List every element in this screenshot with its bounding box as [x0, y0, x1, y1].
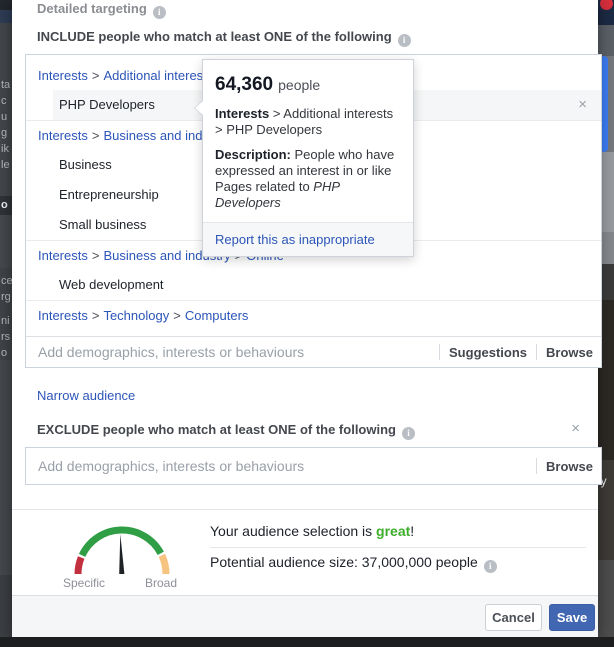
bg-text-fragment: g [1, 128, 7, 139]
bg-text-fragment: o [1, 348, 7, 359]
bg-text-fragment: ik [1, 144, 9, 155]
bg-text-fragment: ta [1, 80, 10, 91]
panel-title-text: Detailed targeting [37, 1, 147, 16]
exclude-heading: EXCLUDE people who match at least ONE of… [37, 422, 415, 440]
interest-item-label: Small business [59, 217, 146, 232]
save-button[interactable]: Save [549, 604, 595, 631]
gauge-label-broad: Broad [126, 576, 196, 590]
cancel-button[interactable]: Cancel [485, 604, 542, 631]
audience-status-prefix: Your audience selection is [210, 523, 376, 539]
gauge-red-arc [78, 558, 81, 575]
audience-gauge [72, 514, 172, 578]
panel-title: Detailed targeting i [37, 1, 166, 19]
interest-item-label: Business [59, 157, 112, 172]
remove-exclude-section-icon[interactable]: × [571, 420, 580, 437]
breadcrumb-link[interactable]: Additional interests [103, 68, 213, 83]
browse-button[interactable]: Browse [546, 459, 593, 474]
info-icon[interactable]: i [398, 34, 411, 47]
interest-item-label: PHP Developers [59, 97, 155, 112]
bg-text-fragment: ni [1, 316, 10, 327]
breadcrumb-link[interactable]: Interests [38, 128, 88, 143]
interest-item-label: Web development [59, 277, 164, 292]
detailed-targeting-panel: Detailed targeting i INCLUDE people who m… [12, 0, 598, 637]
audience-status: Your audience selection is great! [210, 523, 414, 539]
gauge-needle [119, 534, 124, 574]
interest-item-label: Entrepreneurship [59, 187, 159, 202]
include-heading: INCLUDE people who match at least ONE of… [37, 29, 411, 47]
tooltip-audience-count: 64,360 people [203, 60, 413, 96]
bg-text-fragment: o [1, 200, 8, 211]
tooltip-footer: Report this as inappropriate [203, 222, 413, 256]
bg-text-fragment: u [1, 112, 7, 123]
report-inappropriate-link[interactable]: Report this as inappropriate [215, 232, 375, 247]
bg-text-fragment: ce [1, 276, 13, 287]
bg-text-fragment: le [1, 160, 10, 171]
narrow-audience-link[interactable]: Narrow audience [37, 388, 135, 403]
dialog-footer: Cancel Save [12, 595, 598, 637]
breadcrumb-separator: > [88, 248, 104, 263]
bg-text-fragment: rs [1, 332, 10, 343]
tooltip-count-number: 64,360 [215, 74, 273, 95]
include-search-input[interactable] [38, 344, 430, 360]
exclude-heading-text: EXCLUDE people who match at least ONE of… [37, 422, 396, 437]
divider [536, 344, 537, 360]
potential-audience-size: Potential audience size: 37,000,000 peop… [210, 554, 497, 573]
background-page-left-edge: ta c u g ik le o ce rg ni rs o [0, 0, 12, 647]
gauge-orange-arc [162, 555, 166, 574]
targeting-group: Interests>Technology>Computers [26, 301, 601, 330]
breadcrumb-link[interactable]: Computers [185, 308, 249, 323]
remove-item-icon[interactable]: × [578, 90, 587, 120]
breadcrumb-separator: > [88, 128, 104, 143]
gauge-label-specific: Specific [46, 576, 122, 590]
potential-audience-size-text: Potential audience size: 37,000,000 peop… [210, 554, 478, 570]
info-icon[interactable]: i [484, 560, 497, 573]
tooltip-path-root: Interests [215, 106, 269, 121]
info-icon[interactable]: i [402, 427, 415, 440]
tooltip-breadcrumb-path: Interests > Additional interests > PHP D… [215, 106, 401, 138]
divider [210, 547, 586, 548]
suggestions-button[interactable]: Suggestions [449, 345, 527, 360]
include-heading-text: INCLUDE people who match at least ONE of… [37, 29, 392, 44]
bg-text-fragment: c [1, 96, 7, 107]
breadcrumb-link[interactable]: Interests [38, 308, 88, 323]
audience-status-suffix: ! [410, 523, 414, 539]
tooltip-count-unit: people [278, 77, 320, 93]
divider [536, 458, 537, 474]
exclude-targeting-box: Browse [25, 447, 602, 485]
tooltip-description-label: Description: [215, 147, 291, 162]
breadcrumb-link[interactable]: Interests [38, 68, 88, 83]
audience-status-word: great [376, 523, 410, 539]
tooltip-description: Description: People who have expressed a… [215, 147, 401, 211]
divider [439, 344, 440, 360]
breadcrumb-separator: > [88, 308, 104, 323]
info-icon[interactable]: i [153, 6, 166, 19]
breadcrumb: Interests>Technology>Computers [26, 301, 601, 330]
interest-detail-tooltip: 64,360 people Interests > Additional inte… [202, 59, 414, 257]
background-page-bottom-edge [0, 637, 614, 647]
breadcrumb-link[interactable]: Interests [38, 248, 88, 263]
exclude-search-input[interactable] [38, 458, 527, 474]
audience-meter-section: Specific Broad Your audience selection i… [12, 509, 598, 595]
browse-button[interactable]: Browse [546, 345, 593, 360]
breadcrumb-separator: > [169, 308, 185, 323]
interest-item-web-development[interactable]: Web development [53, 270, 601, 300]
breadcrumb-separator: > [88, 68, 104, 83]
bg-text-fragment: rg [1, 292, 11, 303]
breadcrumb-link[interactable]: Technology [103, 308, 169, 323]
include-add-row: Suggestions Browse [26, 336, 601, 367]
